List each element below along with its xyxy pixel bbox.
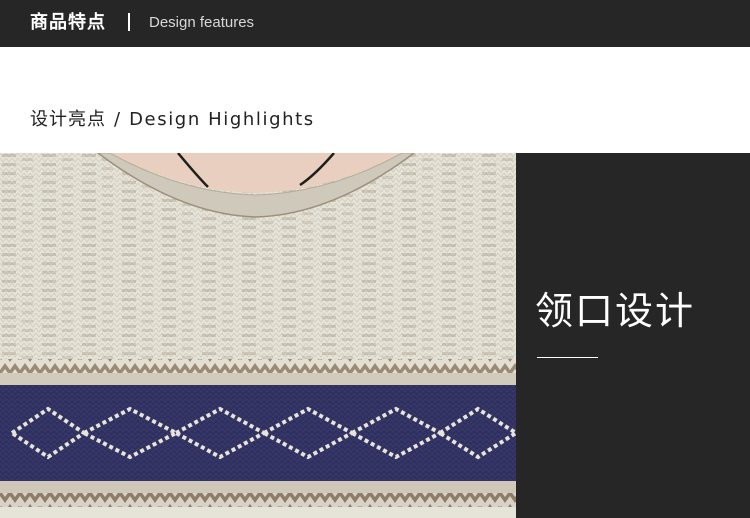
detail-label-panel: 领口设计: [516, 153, 750, 518]
detail-label-cn: 领口设计: [535, 289, 696, 333]
section-title-slash: /: [114, 109, 122, 130]
header-divider: [128, 13, 130, 31]
header-title-cn: 商品特点: [30, 12, 106, 33]
top-header-bar: 商品特点 Design features: [0, 0, 750, 47]
section-title-en: Design Highlights: [129, 109, 315, 130]
detail-underline: [537, 357, 598, 358]
section-title-cn: 设计亮点: [30, 109, 106, 130]
section-heading: 设计亮点 / Design Highlights: [30, 106, 315, 134]
sweater-collar-photo: [0, 153, 516, 518]
header-title-en: Design features: [149, 14, 255, 31]
